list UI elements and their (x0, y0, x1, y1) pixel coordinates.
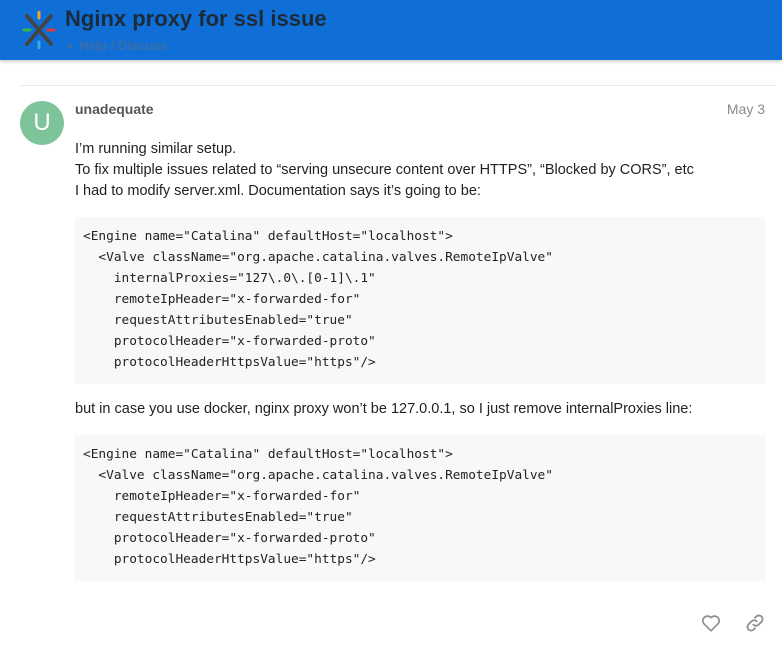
heart-icon[interactable] (700, 612, 722, 634)
code-line: <Valve className="org.apache.catalina.va… (83, 468, 553, 483)
post-paragraph: but in case you use docker, nginx proxy … (75, 401, 693, 417)
post-paragraph: I’m running similar setup. To fix multip… (75, 139, 765, 202)
code-line: <Valve className="org.apache.catalina.va… (83, 250, 553, 265)
code-line: remoteIpHeader="x-forwarded-for" (83, 489, 361, 504)
post-date[interactable]: May 3 (727, 101, 765, 117)
category-label[interactable]: Help / Discuss (79, 38, 168, 53)
post-actions (682, 612, 766, 640)
category-breadcrumb[interactable]: Help / Discuss (68, 38, 168, 53)
code-line: <Engine name="Catalina" defaultHost="loc… (83, 229, 453, 244)
link-icon[interactable] (744, 612, 766, 634)
site-header: Nginx proxy for ssl issue Help / Discuss (0, 0, 782, 60)
code-line: requestAttributesEnabled="true" (83, 313, 353, 328)
code-line: protocolHeader="x-forwarded-proto" (83, 334, 376, 349)
category-color-badge (68, 43, 72, 48)
code-line: requestAttributesEnabled="true" (83, 510, 353, 525)
post-line: To fix multiple issues related to “servi… (75, 162, 694, 178)
post-divider (20, 85, 776, 86)
post-line: I’m running similar setup. (75, 141, 237, 157)
x-logo-icon[interactable] (21, 11, 57, 49)
code-line: protocolHeader="x-forwarded-proto" (83, 531, 376, 546)
code-block: <Engine name="Catalina" defaultHost="loc… (75, 435, 765, 581)
topic-title[interactable]: Nginx proxy for ssl issue (65, 6, 327, 32)
code-block: <Engine name="Catalina" defaultHost="loc… (75, 217, 765, 384)
code-line: remoteIpHeader="x-forwarded-for" (83, 292, 361, 307)
post-username[interactable]: unadequate (75, 101, 154, 117)
code-line: protocolHeaderHttpsValue="https"/> (83, 355, 376, 370)
post-body: I’m running similar setup. To fix multip… (75, 139, 765, 596)
avatar[interactable]: U (20, 101, 64, 145)
code-line: internalProxies="127\.0\.[0-1]\.1" (83, 271, 376, 286)
post-line: I had to modify server.xml. Documentatio… (75, 183, 481, 199)
code-line: protocolHeaderHttpsValue="https"/> (83, 552, 376, 567)
code-line: <Engine name="Catalina" defaultHost="loc… (83, 447, 453, 462)
